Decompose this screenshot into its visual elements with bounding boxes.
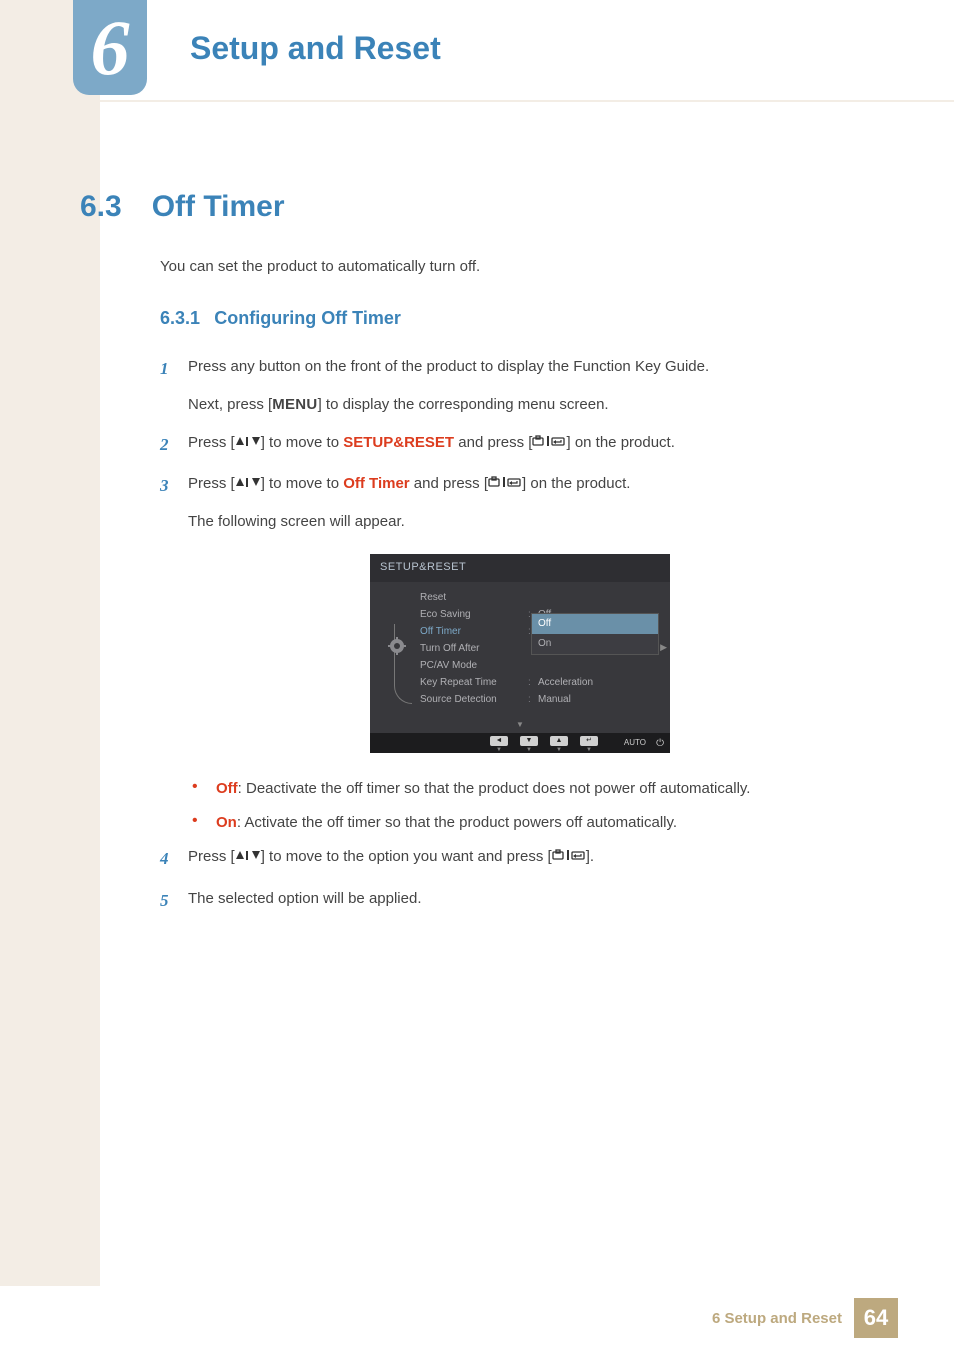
step-followup: The following screen will appear. [188, 510, 880, 534]
up-down-arrow-icon [235, 431, 261, 455]
section-title: Off Timer [152, 190, 285, 224]
step-text: Press [] to move to SETUP&RESET and pres… [188, 431, 880, 455]
section-number: 6.3 [80, 190, 122, 224]
step-number: 3 [160, 472, 188, 534]
bullet-label: On [216, 814, 237, 831]
step-number: 5 [160, 887, 188, 914]
key-sublabel: ▼ [580, 746, 598, 756]
step-text: Press [] to move to the option you want … [188, 845, 880, 869]
step-text: Press any button on the front of the pro… [188, 355, 880, 379]
menu-target: Off Timer [343, 475, 409, 492]
subsection-number: 6.3.1 [160, 308, 200, 328]
document-page: 6 Setup and Reset 6.3 Off Timer You can … [0, 0, 954, 1350]
osd-dropdown-option-on: On [532, 634, 658, 654]
step-1: 1 Press any button on the front of the p… [160, 355, 880, 417]
power-icon: ⏻ [656, 736, 664, 752]
corner-decoration [0, 0, 70, 50]
title-underline [100, 100, 954, 102]
gear-icon [388, 637, 406, 661]
step-number: 2 [160, 431, 188, 458]
step-text: The selected option will be applied. [188, 887, 880, 911]
menu-target: SETUP&RESET [343, 434, 454, 451]
source-enter-icon [552, 845, 586, 869]
bullet-on: • On: Activate the off timer so that the… [192, 811, 880, 835]
key-sublabel: ▼ [550, 746, 568, 756]
bullet-icon: • [192, 777, 216, 801]
auto-key-label: AUTO [624, 737, 646, 750]
step-text: Next, press [MENU] to display the corres… [188, 393, 880, 417]
section-heading: 6.3 Off Timer [80, 190, 285, 224]
down-arrow-icon: ▼ [370, 717, 670, 734]
osd-body: Reset Eco Saving:Off Off Timer: Turn Off… [370, 582, 670, 717]
bullet-text: : Activate the off timer so that the pro… [237, 814, 677, 831]
subsection-title: Configuring Off Timer [214, 308, 401, 328]
source-enter-icon [532, 431, 566, 455]
osd-pointer-line [394, 624, 412, 704]
enter-key-icon: ↵ [580, 736, 598, 746]
down-key-icon: ▼ [520, 736, 538, 746]
key-sublabel: ▼ [490, 746, 508, 756]
bullet-off: • Off: Deactivate the off timer so that … [192, 777, 880, 801]
content-body: You can set the product to automatically… [160, 255, 880, 928]
step-2: 2 Press [] to move to SETUP&RESET and pr… [160, 431, 880, 458]
bullet-icon: • [192, 811, 216, 835]
up-down-arrow-icon [235, 845, 261, 869]
bullet-label: Off [216, 780, 238, 797]
step-5: 5 The selected option will be applied. [160, 887, 880, 914]
osd-screenshot: SETUP&RESET Reset Eco Saving:Off Off Tim… [370, 554, 670, 753]
step-number: 4 [160, 845, 188, 872]
step-4: 4 Press [] to move to the option you wan… [160, 845, 880, 872]
osd-header: SETUP&RESET [370, 554, 670, 582]
page-footer: 6 Setup and Reset 64 [0, 1296, 954, 1350]
menu-key-label: MENU [272, 396, 317, 413]
left-key-icon: ◄ [490, 736, 508, 746]
osd-dropdown-option-off: Off [532, 614, 658, 634]
section-intro: You can set the product to automatically… [160, 255, 880, 279]
osd-row-pc-av-mode: PC/AV Mode [420, 658, 660, 675]
right-arrow-icon: ▶ [660, 640, 667, 654]
up-down-arrow-icon [235, 472, 261, 496]
chapter-title: Setup and Reset [190, 30, 441, 67]
key-sublabel: ▼ [520, 746, 538, 756]
step-number: 1 [160, 355, 188, 417]
footer-chapter-label: 6 Setup and Reset [712, 1310, 842, 1327]
subsection-heading: 6.3.1 Configuring Off Timer [160, 304, 880, 333]
step-3: 3 Press [] to move to Off Timer and pres… [160, 472, 880, 534]
chapter-number-badge: 6 [73, 0, 147, 95]
osd-dropdown: Off On [531, 613, 659, 655]
osd-row-key-repeat-time: Key Repeat Time:Acceleration [420, 675, 660, 692]
osd-row-source-detection: Source Detection:Manual [420, 692, 660, 709]
step-text: Press [] to move to Off Timer and press … [188, 472, 880, 496]
source-enter-icon [488, 472, 522, 496]
osd-row-reset: Reset [420, 590, 660, 607]
osd-footer: ◄ ▼ ▼ ▼ ▲ ▼ ↵ ▼ AUTO ⏻ [370, 733, 670, 753]
bullet-text: : Deactivate the off timer so that the p… [238, 780, 751, 797]
up-key-icon: ▲ [550, 736, 568, 746]
page-number: 64 [854, 1298, 898, 1338]
